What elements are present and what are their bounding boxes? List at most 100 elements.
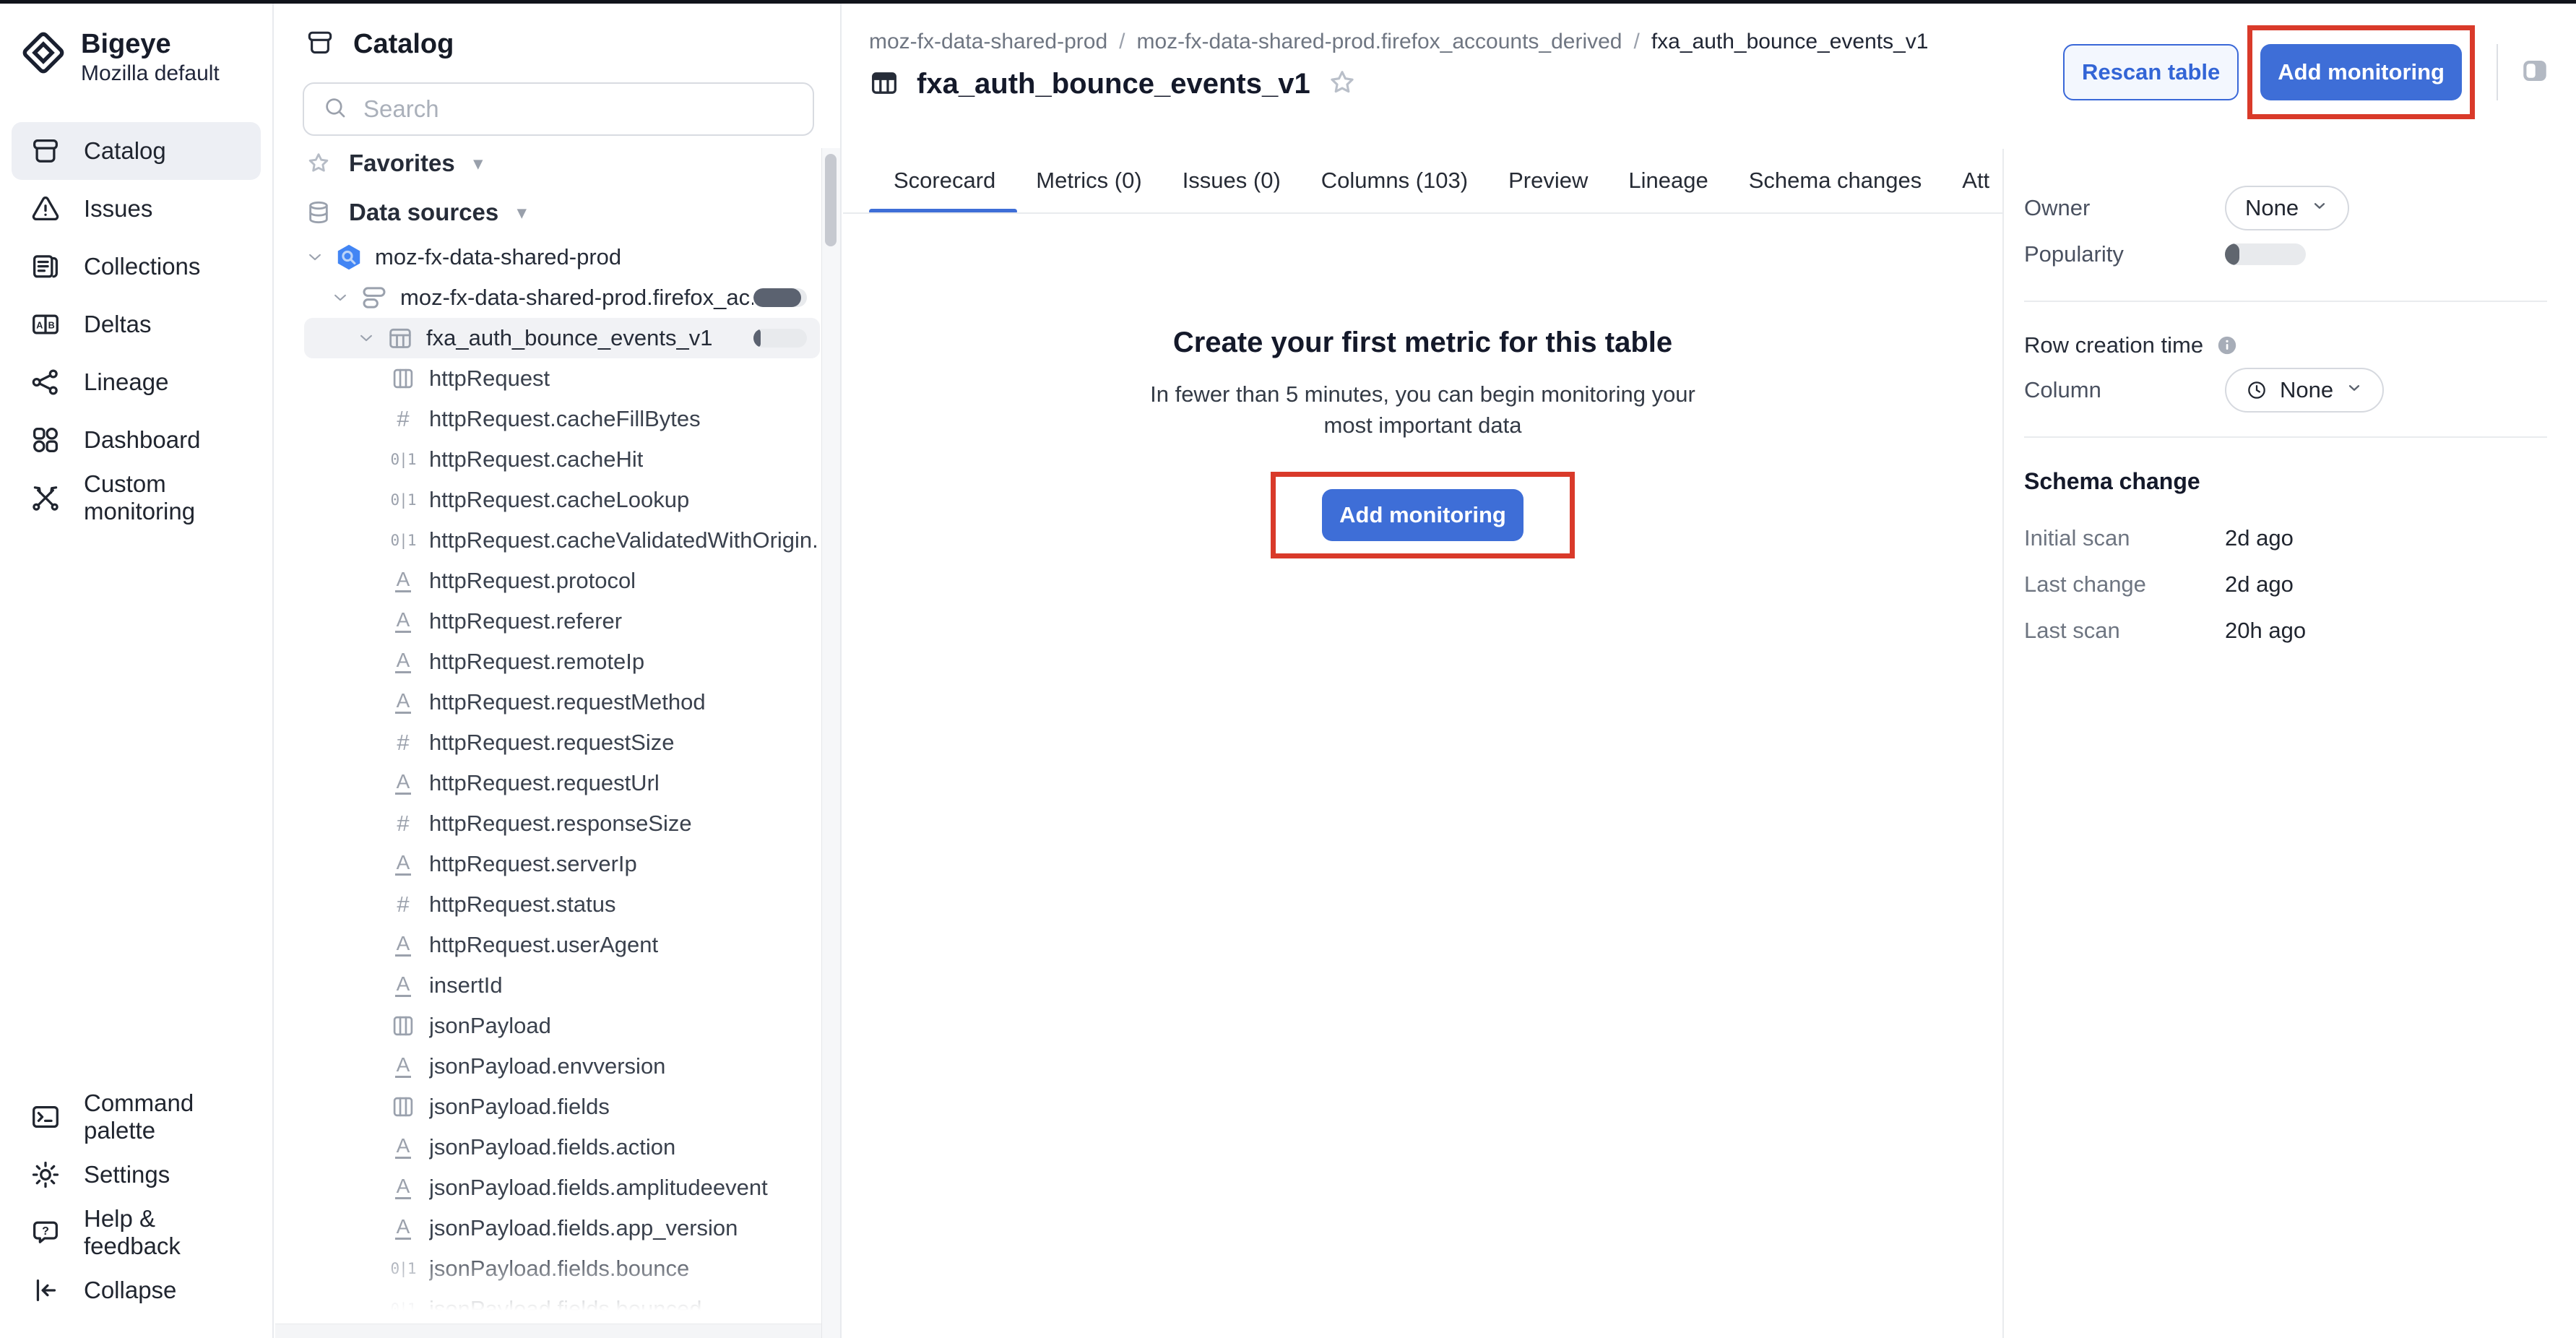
custom-monitoring-icon bbox=[29, 481, 62, 514]
horizontal-scrollbar[interactable] bbox=[275, 1324, 821, 1338]
lineage-icon bbox=[29, 366, 62, 399]
tree-item[interactable]: AjsonPayload.envversion bbox=[304, 1046, 820, 1087]
section-favorites[interactable]: Favorites ▾ bbox=[275, 142, 840, 185]
sidebar-item-issues[interactable]: Issues bbox=[12, 180, 261, 238]
tab-preview[interactable]: Preview bbox=[1508, 149, 1588, 212]
sidebar-item-lineage[interactable]: Lineage bbox=[12, 353, 261, 411]
popularity-label: Popularity bbox=[2024, 241, 2225, 267]
tree-item-label: httpRequest.status bbox=[429, 892, 616, 918]
column-select[interactable]: None bbox=[2225, 368, 2384, 413]
dataset-icon bbox=[357, 282, 392, 313]
tab-metrics-0[interactable]: Metrics (0) bbox=[1036, 149, 1141, 212]
annotation-box-cta: Add monitoring bbox=[1271, 472, 1575, 558]
tree-item[interactable]: moz-fx-data-shared-prod.firefox_ac... bbox=[304, 277, 820, 318]
tree-item-label: jsonPayload.fields.bounced bbox=[429, 1296, 701, 1322]
tree-item[interactable]: moz-fx-data-shared-prod bbox=[304, 237, 820, 277]
add-monitoring-cta-button[interactable]: Add monitoring bbox=[1322, 489, 1523, 541]
page-title: fxa_auth_bounce_events_v1 bbox=[917, 68, 1310, 100]
tree-item-label: httpRequest.cacheFillBytes bbox=[429, 406, 701, 432]
sidebar-item-dashboard[interactable]: Dashboard bbox=[12, 411, 261, 469]
tree-item[interactable]: AjsonPayload.fields.action bbox=[304, 1127, 820, 1167]
chevron-down-icon[interactable] bbox=[355, 327, 377, 349]
sidebar-item-custom-monitoring[interactable]: Custom monitoring bbox=[12, 469, 261, 527]
tree-item[interactable]: AhttpRequest.referer bbox=[304, 601, 820, 642]
tree-item[interactable]: AhttpRequest.remoteIp bbox=[304, 642, 820, 682]
tree-item[interactable]: httpRequest bbox=[304, 358, 820, 399]
catalog-panel-header: Catalog bbox=[275, 4, 840, 62]
tab-schema-changes[interactable]: Schema changes bbox=[1749, 149, 1922, 212]
breadcrumb-segment[interactable]: moz-fx-data-shared-prod.firefox_accounts… bbox=[1136, 30, 1622, 54]
tree-item[interactable]: jsonPayload.fields bbox=[304, 1087, 820, 1127]
string-type-icon: A bbox=[386, 772, 420, 795]
tree-item-label: jsonPayload.fields.bounce bbox=[429, 1256, 689, 1282]
tree-item[interactable]: 0|1httpRequest.cacheHit bbox=[304, 439, 820, 480]
record-icon bbox=[386, 365, 420, 392]
search-input[interactable] bbox=[363, 95, 795, 123]
tree-item[interactable]: #httpRequest.cacheFillBytes bbox=[304, 399, 820, 439]
catalog-icon bbox=[29, 134, 62, 168]
info-icon[interactable] bbox=[2215, 333, 2239, 358]
tree-item[interactable]: 0|1 jsonPayload.fields.bounce bbox=[304, 1248, 820, 1289]
tree-item[interactable]: #httpRequest.requestSize bbox=[304, 722, 820, 763]
owner-select[interactable]: None bbox=[2225, 186, 2349, 230]
tree-item[interactable]: AhttpRequest.requestUrl bbox=[304, 763, 820, 803]
string-type-icon: A bbox=[386, 933, 420, 957]
header-divider bbox=[2497, 44, 2498, 100]
tree-item[interactable]: AjsonPayload.fields.app_version bbox=[304, 1208, 820, 1248]
boolean-type-icon: 0|1 bbox=[386, 1260, 420, 1277]
sidebar-item-command-palette[interactable]: Command palette bbox=[12, 1088, 261, 1146]
boolean-type-icon: 0|1 bbox=[386, 1300, 420, 1318]
tree-item[interactable]: #httpRequest.responseSize bbox=[304, 803, 820, 844]
section-label: Favorites bbox=[349, 150, 455, 177]
tab-lineage[interactable]: Lineage bbox=[1628, 149, 1708, 212]
string-type-icon: A bbox=[386, 1217, 420, 1240]
search-box[interactable] bbox=[303, 82, 814, 136]
vertical-scrollbar[interactable] bbox=[821, 148, 840, 1338]
tree-item[interactable]: fxa_auth_bounce_events_v1 bbox=[304, 318, 820, 358]
sidebar-item-collapse[interactable]: Collapse bbox=[12, 1261, 261, 1319]
progress-pill bbox=[753, 329, 807, 348]
tree-item[interactable]: AhttpRequest.userAgent bbox=[304, 925, 820, 965]
section-data-sources[interactable]: Data sources ▾ bbox=[275, 191, 840, 234]
sidebar-item-deltas[interactable]: ABDeltas bbox=[12, 295, 261, 353]
tree-item-label: jsonPayload bbox=[429, 1013, 551, 1039]
sidebar-item-catalog[interactable]: Catalog bbox=[12, 122, 261, 180]
catalog-tree: moz-fx-data-shared-prodmoz-fx-data-share… bbox=[275, 237, 840, 1329]
breadcrumb-segment[interactable]: moz-fx-data-shared-prod bbox=[869, 30, 1107, 54]
row-creation-time-label: Row creation time bbox=[2024, 332, 2203, 358]
tree-item-label: jsonPayload.fields bbox=[429, 1094, 610, 1120]
sidebar-item-settings[interactable]: Settings bbox=[12, 1146, 261, 1204]
tree-item[interactable]: AhttpRequest.serverIp bbox=[304, 844, 820, 884]
rescan-table-button[interactable]: Rescan table bbox=[2063, 44, 2239, 100]
scrollbar-thumb[interactable] bbox=[825, 154, 837, 246]
panel-toggle-icon[interactable] bbox=[2518, 56, 2551, 90]
tree-item[interactable]: AhttpRequest.protocol bbox=[304, 561, 820, 601]
tab-att[interactable]: Att bbox=[1962, 149, 1989, 212]
favorite-star-icon[interactable] bbox=[1326, 66, 1358, 102]
help-icon: ? bbox=[29, 1216, 62, 1249]
tree-item[interactable]: #httpRequest.status bbox=[304, 884, 820, 925]
add-monitoring-button[interactable]: Add monitoring bbox=[2260, 44, 2462, 100]
tree-item[interactable]: jsonPayload bbox=[304, 1006, 820, 1046]
table-icon bbox=[868, 66, 901, 103]
breadcrumb-segment[interactable]: fxa_auth_bounce_events_v1 bbox=[1651, 30, 1929, 54]
boolean-type-icon: 0|1 bbox=[386, 532, 420, 549]
tree-item[interactable]: AinsertId bbox=[304, 965, 820, 1006]
tree-item[interactable]: 0|1httpRequest.cacheValidatedWithOrigin.… bbox=[304, 520, 820, 561]
tree-item-label: httpRequest.remoteIp bbox=[429, 649, 644, 675]
chevron-down-icon bbox=[2345, 377, 2364, 403]
tree-item[interactable]: AhttpRequest.requestMethod bbox=[304, 682, 820, 722]
app-logo[interactable]: Bigeye Mozilla default bbox=[0, 4, 272, 86]
tab-issues-0[interactable]: Issues (0) bbox=[1183, 149, 1281, 212]
string-type-icon: A bbox=[386, 1136, 420, 1159]
tab-scorecard[interactable]: Scorecard bbox=[894, 149, 995, 212]
sidebar-item-help-feedback[interactable]: ?Help & feedback bbox=[12, 1204, 261, 1261]
svg-text:?: ? bbox=[42, 1225, 49, 1238]
chevron-down-icon[interactable] bbox=[329, 287, 351, 308]
tab-columns-103[interactable]: Columns (103) bbox=[1321, 149, 1468, 212]
divider bbox=[2024, 301, 2547, 302]
tree-item[interactable]: 0|1httpRequest.cacheLookup bbox=[304, 480, 820, 520]
chevron-down-icon[interactable] bbox=[304, 246, 326, 268]
sidebar-item-collections[interactable]: Collections bbox=[12, 238, 261, 295]
tree-item[interactable]: AjsonPayload.fields.amplitudeevent bbox=[304, 1167, 820, 1208]
